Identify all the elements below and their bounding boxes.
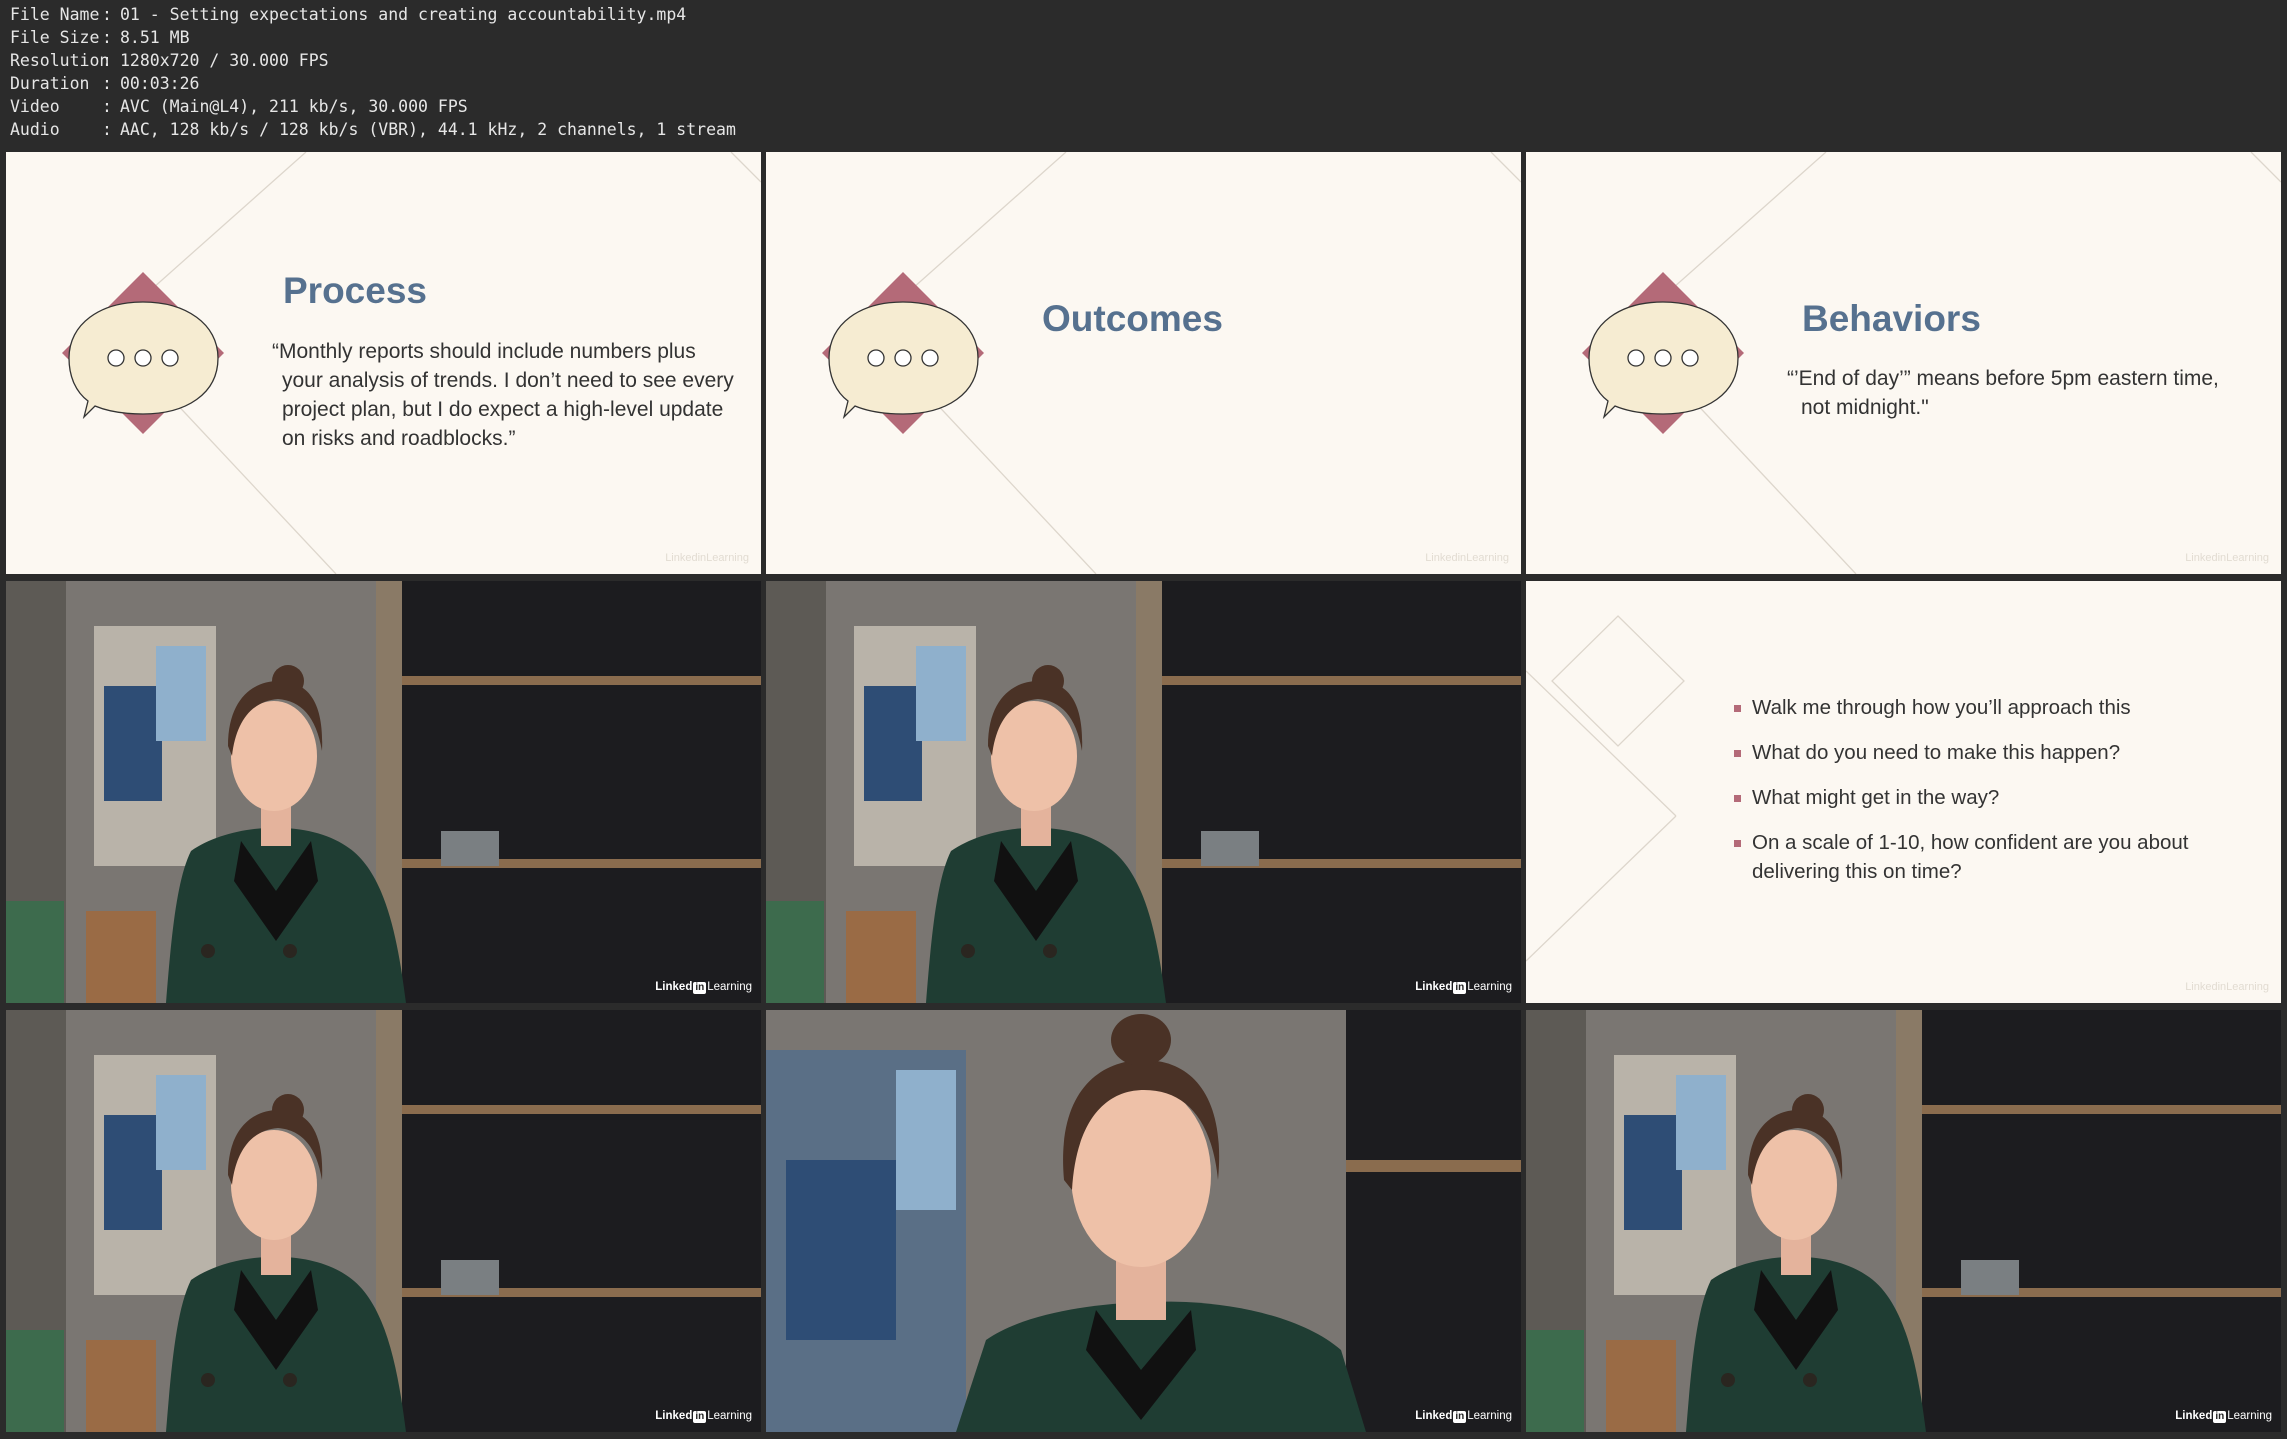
presenter-video-frame (6, 581, 761, 1003)
thumbnail-process-slide[interactable]: Process “Monthly reports should include … (6, 152, 761, 574)
quote-line: your analysis of trends. I don’t need to… (282, 369, 734, 392)
video-label: Video (10, 97, 60, 116)
linkedin-learning-logo: Linked in Learning (1415, 981, 1512, 994)
separator: : (102, 51, 112, 70)
thumbnail-outcomes-slide[interactable]: Outcomes LinkedinLearning (766, 152, 1521, 574)
duration-value: 00:03:26 (120, 74, 200, 93)
quote-line: “Monthly reports should include numbers … (272, 340, 696, 363)
thumbnail-presenter-frame[interactable]: Linked in Learning (1526, 1010, 2281, 1432)
slide-title: Outcomes (1042, 298, 1223, 339)
audio-value: AAC, 128 kb/s / 128 kb/s (VBR), 44.1 kHz… (120, 120, 736, 139)
quote-line: on risks and roadblocks.” (282, 427, 516, 450)
slide-decoration (1582, 152, 2281, 574)
linkedin-learning-logo: Linked in Learning (655, 981, 752, 994)
separator: : (102, 5, 112, 24)
separator: : (102, 74, 112, 93)
list-item: On a scale of 1-10, how confident are yo… (1734, 828, 2188, 886)
resolution-label: Resolution (10, 51, 110, 70)
presenter-video-frame (1526, 1010, 2281, 1432)
linkedin-learning-logo: Linked in Learning (2175, 1410, 2272, 1423)
file-size-label: File Size (10, 28, 100, 47)
list-item: What do you need to make this happen? (1734, 738, 2188, 767)
linkedin-learning-watermark: LinkedinLearning (2185, 981, 2269, 993)
thumbnail-presenter-frame[interactable]: Linked in Learning (6, 581, 761, 1003)
separator: : (102, 28, 112, 47)
separator: : (102, 120, 112, 139)
quote-line: “’End of day’” means before 5pm eastern … (1787, 367, 2219, 390)
diamond-outline (1551, 615, 1685, 747)
quote-line: not midnight." (1801, 396, 1929, 419)
file-name-value: 01 - Setting expectations and creating a… (120, 5, 687, 24)
linkedin-learning-logo: Linked in Learning (1415, 1410, 1512, 1423)
file-info-header: File Name : 01 - Setting expectations an… (0, 0, 2287, 150)
file-size-value: 8.51 MB (120, 28, 190, 47)
linkedin-learning-watermark: LinkedinLearning (1425, 552, 1509, 564)
slide-quote: “’End of day’” means before 5pm eastern … (1787, 364, 2219, 422)
video-value: AVC (Main@L4), 211 kb/s, 30.000 FPS (120, 97, 468, 116)
slide-title: Process (283, 270, 427, 311)
separator: : (102, 97, 112, 116)
list-item: Walk me through how you’ll approach this (1734, 693, 2188, 722)
audio-label: Audio (10, 120, 60, 139)
file-name-label: File Name (10, 5, 100, 24)
duration-label: Duration (10, 74, 90, 93)
quote-line: project plan, but I do expect a high-lev… (282, 398, 724, 421)
resolution-value: 1280x720 / 30.000 FPS (120, 51, 329, 70)
thumbnail-behaviors-slide[interactable]: Behaviors “’End of day’” means before 5p… (1526, 152, 2281, 574)
presenter-video-frame-closeup (766, 1010, 1521, 1432)
slide-title: Behaviors (1802, 298, 1981, 339)
question-list: Walk me through how you’ll approach this… (1734, 693, 2188, 902)
thumbnail-presenter-closeup[interactable]: Linked in Learning (766, 1010, 1521, 1432)
presenter-video-frame (6, 1010, 761, 1432)
thumbnail-questions-slide[interactable]: Walk me through how you’ll approach this… (1526, 581, 2281, 1003)
linkedin-learning-watermark: LinkedinLearning (665, 552, 749, 564)
thumbnail-presenter-frame[interactable]: Linked in Learning (6, 1010, 761, 1432)
thumbnail-presenter-frame[interactable]: Linked in Learning (766, 581, 1521, 1003)
presenter-video-frame (766, 581, 1521, 1003)
linkedin-learning-logo: Linked in Learning (655, 1410, 752, 1423)
slide-decoration (822, 152, 1521, 574)
slide-quote: “Monthly reports should include numbers … (272, 337, 734, 453)
list-item: What might get in the way? (1734, 783, 2188, 812)
linkedin-learning-watermark: LinkedinLearning (2185, 552, 2269, 564)
